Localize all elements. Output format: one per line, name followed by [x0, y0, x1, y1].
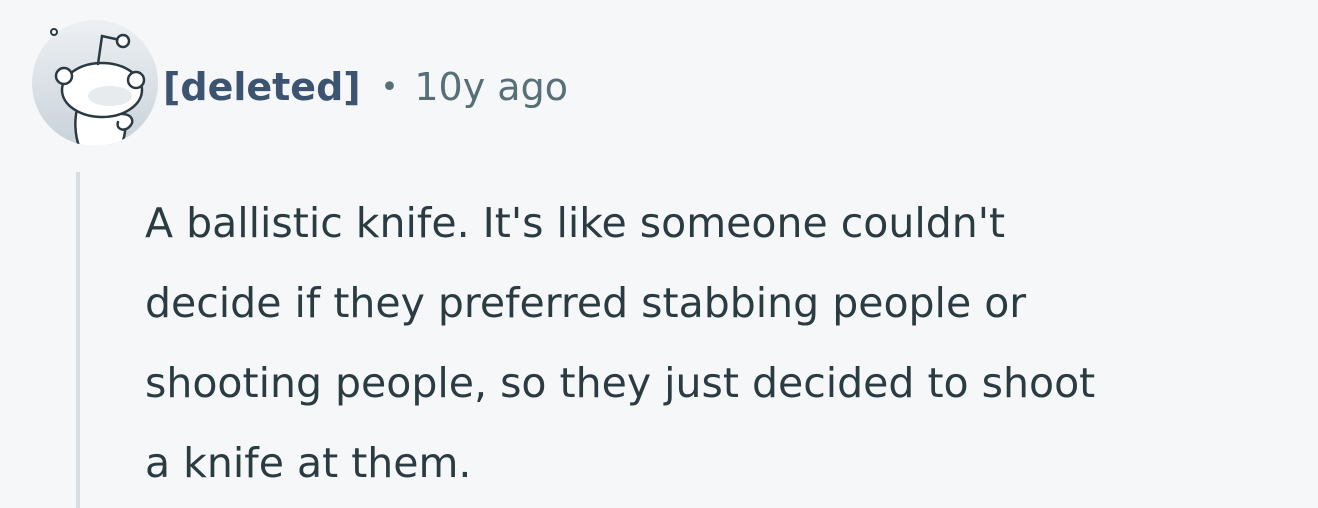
comment-body-line: shooting people, so they just decided to…: [145, 359, 1096, 407]
comment-body-line: a knife at them.: [145, 439, 472, 487]
author-name[interactable]: [deleted]: [163, 65, 361, 109]
comment-body: A ballistic knife. It's like someone cou…: [145, 183, 1305, 503]
comment: [deleted] • 10y ago A ballistic knife. I…: [0, 0, 1318, 508]
comment-meta: [deleted] • 10y ago: [163, 62, 568, 112]
comment-timestamp[interactable]: 10y ago: [414, 65, 568, 109]
comment-body-line: decide if they preferred stabbing people…: [145, 279, 1027, 327]
meta-separator: •: [380, 69, 399, 105]
thread-collapse-line[interactable]: [76, 172, 80, 508]
comment-body-line: A ballistic knife. It's like someone cou…: [145, 199, 1006, 247]
snoo-avatar-icon[interactable]: [30, 18, 160, 148]
